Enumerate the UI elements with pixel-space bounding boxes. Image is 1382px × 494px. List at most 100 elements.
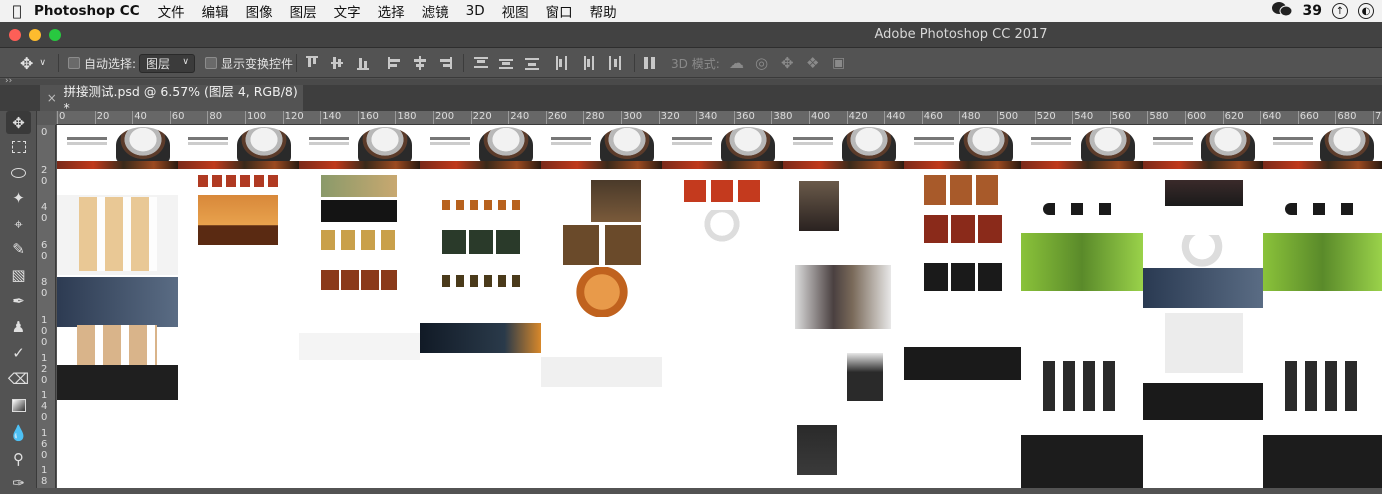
ruler-h-tick bbox=[1185, 111, 1186, 124]
auto-select-dropdown[interactable]: 图层 ∨ bbox=[139, 53, 195, 73]
menu-window[interactable]: 窗口 bbox=[546, 1, 573, 21]
align-hcenter-icon[interactable] bbox=[412, 55, 428, 71]
hero-banner bbox=[1263, 125, 1382, 171]
distribute-hcenter-icon[interactable] bbox=[580, 55, 596, 71]
menu-3d[interactable]: 3D bbox=[466, 3, 485, 19]
3d-roll-icon[interactable]: ◎ bbox=[755, 48, 768, 78]
brush-tool-icon[interactable]: ✒ bbox=[6, 289, 31, 312]
lasso-tool-icon[interactable] bbox=[6, 161, 31, 184]
product-showcase bbox=[198, 195, 278, 245]
distribute-top-icon[interactable] bbox=[473, 55, 489, 71]
document-tab-label: 拼接测试.psd @ 6.57% (图层 4, RGB/8) * bbox=[63, 84, 298, 115]
show-transform-checkbox[interactable] bbox=[205, 57, 217, 69]
info-strip bbox=[541, 357, 662, 387]
ruler-h-label: 340 bbox=[698, 111, 718, 122]
ruler-h-label: 420 bbox=[848, 111, 868, 122]
ruler-h-tick bbox=[433, 111, 434, 124]
ruler-h-label: 380 bbox=[773, 111, 793, 122]
app-menu[interactable]: Photoshop CC bbox=[34, 3, 140, 19]
upload-status-icon[interactable]: ↑ bbox=[1332, 3, 1348, 19]
spice-row bbox=[442, 200, 520, 210]
align-top-icon[interactable] bbox=[304, 55, 320, 71]
distribute-vcenter-icon[interactable] bbox=[498, 55, 514, 71]
menu-filter[interactable]: 滤镜 bbox=[422, 1, 449, 21]
fashion-photo bbox=[799, 181, 839, 231]
close-tab-icon[interactable]: × bbox=[40, 91, 64, 105]
info-strip bbox=[299, 333, 420, 360]
move-tool-icon[interactable]: ✥ bbox=[6, 111, 31, 134]
menu-layer[interactable]: 图层 bbox=[290, 1, 317, 21]
move-tool-preset[interactable]: ✥ ∨ bbox=[20, 48, 46, 78]
hero-banner bbox=[57, 125, 178, 171]
ruler-h-label: 40 bbox=[134, 111, 147, 122]
vertical-ruler[interactable]: 0 2 0 4 0 6 0 8 0 1 0 0 1 2 0 1 4 0 1 6 0 1 8 0 bbox=[37, 125, 56, 488]
ruler-h-tick bbox=[320, 111, 322, 124]
3d-pan-icon[interactable]: ✥ bbox=[781, 48, 794, 78]
apple-icon[interactable]:  bbox=[0, 2, 34, 20]
ruler-h-tick bbox=[846, 111, 848, 124]
3d-orbit-icon[interactable]: ☁ bbox=[729, 48, 744, 78]
ruler-h-label: 180 bbox=[397, 111, 417, 122]
document-tab[interactable]: × 拼接测试.psd @ 6.57% (图层 4, RGB/8) * bbox=[40, 84, 303, 115]
ruler-h-label: 400 bbox=[811, 111, 831, 122]
ruler-h-tick bbox=[1297, 111, 1299, 124]
artboard-6 bbox=[662, 125, 783, 250]
hero-banner bbox=[1143, 125, 1263, 171]
menu-view[interactable]: 视图 bbox=[502, 1, 529, 21]
ruler-h-tick bbox=[1260, 111, 1262, 124]
sync-status-icon[interactable]: ◐ bbox=[1358, 3, 1374, 19]
healing-brush-tool-icon[interactable]: ▧ bbox=[6, 263, 31, 286]
eraser-tool-icon[interactable]: ⌫ bbox=[6, 367, 31, 390]
spice-row bbox=[1043, 203, 1121, 215]
ruler-v-label: 1 8 0 bbox=[41, 465, 48, 488]
auto-select-checkbox[interactable] bbox=[68, 57, 80, 69]
3d-scale-icon[interactable]: ▣ bbox=[832, 48, 845, 78]
eyedropper-tool-icon[interactable]: ✎ bbox=[6, 237, 31, 260]
distribute-bottom-icon[interactable] bbox=[524, 55, 540, 71]
stamp-tool-icon[interactable]: ♟ bbox=[6, 315, 31, 338]
gradient-tool-icon[interactable] bbox=[6, 394, 31, 417]
footer-block bbox=[1263, 435, 1382, 488]
history-brush-tool-icon[interactable]: ✓ bbox=[6, 341, 31, 364]
pizza-photo bbox=[566, 267, 638, 317]
menu-file[interactable]: 文件 bbox=[158, 1, 185, 21]
align-vcenter-icon[interactable] bbox=[329, 55, 345, 71]
chevron-down-icon: ∨ bbox=[182, 56, 189, 67]
marquee-tool-icon[interactable] bbox=[6, 135, 31, 158]
ruler-h-tick bbox=[57, 111, 58, 124]
ruler-h-label: 80 bbox=[209, 111, 223, 122]
ruler-h-label: 620 bbox=[1224, 111, 1244, 122]
mac-menubar:  Photoshop CC 文件 编辑 图像 图层 文字 选择 滤镜 3D 视… bbox=[0, 0, 1382, 22]
auto-align-icon[interactable] bbox=[642, 55, 658, 71]
spice-row bbox=[1285, 203, 1363, 215]
pen-tool-icon[interactable]: ✑ bbox=[6, 471, 31, 494]
menu-select[interactable]: 选择 bbox=[378, 1, 405, 21]
magic-wand-tool-icon[interactable]: ✦ bbox=[6, 186, 31, 209]
align-right-icon[interactable] bbox=[437, 55, 453, 71]
dodge-tool-icon[interactable]: ⚲ bbox=[6, 447, 31, 470]
ruler-h-tick bbox=[733, 111, 735, 124]
spice-grid bbox=[1043, 361, 1121, 411]
wechat-count: 39 bbox=[1302, 3, 1322, 19]
document-canvas[interactable] bbox=[57, 125, 1382, 488]
distribute-left-icon[interactable] bbox=[554, 55, 570, 71]
divider bbox=[58, 54, 59, 72]
ruler-h-label: 360 bbox=[735, 111, 755, 122]
distribute-right-icon[interactable] bbox=[606, 55, 622, 71]
promo-banner bbox=[1143, 268, 1263, 308]
menu-type[interactable]: 文字 bbox=[334, 1, 361, 21]
spice-thumbnails bbox=[79, 197, 157, 271]
menu-help[interactable]: 帮助 bbox=[590, 1, 617, 21]
menu-image[interactable]: 图像 bbox=[246, 1, 273, 21]
horizontal-ruler[interactable]: 0 20 40 60 80 100 120 140 160 180 200 220 240 260 280 3… bbox=[56, 111, 1382, 125]
ruler-v-label: 1 2 0 bbox=[41, 352, 48, 386]
crop-tool-icon[interactable]: ⌖ bbox=[6, 212, 31, 235]
food-thumbnails bbox=[77, 325, 157, 365]
align-bottom-icon[interactable] bbox=[355, 55, 371, 71]
align-left-icon[interactable] bbox=[387, 55, 403, 71]
ruler-origin[interactable] bbox=[37, 111, 56, 125]
menu-edit[interactable]: 编辑 bbox=[202, 1, 229, 21]
blur-tool-icon[interactable]: 💧 bbox=[6, 421, 31, 444]
3d-slide-icon[interactable]: ❖ bbox=[806, 48, 819, 78]
wechat-icon[interactable] bbox=[1271, 1, 1293, 21]
